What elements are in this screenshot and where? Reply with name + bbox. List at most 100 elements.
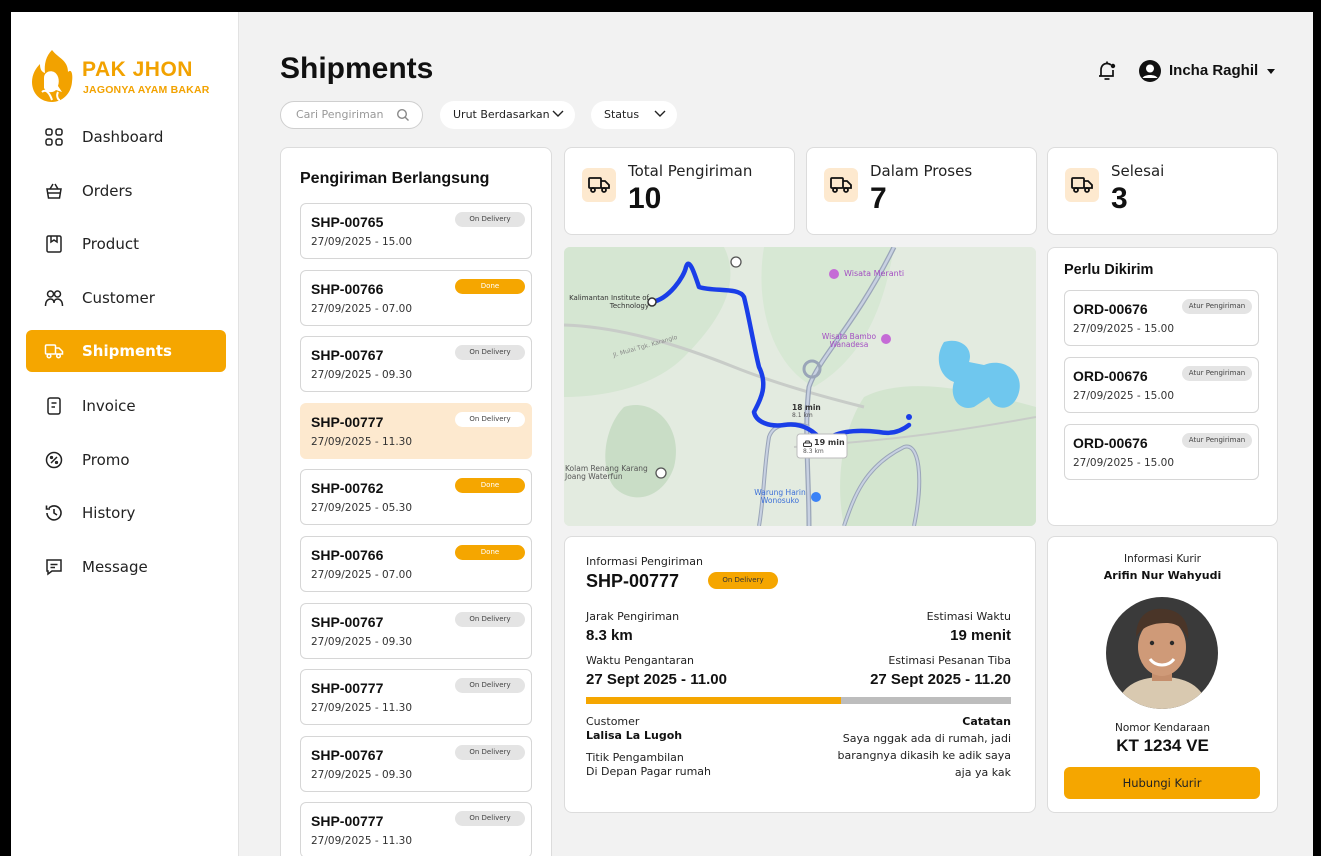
status-badge: On Delivery (455, 678, 525, 694)
sidebar-item-shipments[interactable]: Shipments (26, 330, 226, 372)
arrival-label: Estimasi Pesanan Tiba (888, 654, 1011, 667)
sidebar-item-label: Promo (82, 451, 130, 469)
status-badge: On Delivery (455, 744, 525, 760)
shipment-list-item[interactable]: SHP-00765 27/09/2025 - 15.00 On Delivery (300, 203, 532, 259)
shipment-list-item[interactable]: SHP-00766 27/09/2025 - 07.00 Done (300, 536, 532, 592)
sidebar-item-invoice[interactable]: Invoice (26, 385, 226, 427)
note-line: aja ya kak (954, 766, 1011, 779)
eta-label: Estimasi Waktu (926, 610, 1011, 623)
sort-label: Urut Berdasarkan (453, 108, 550, 121)
history-icon (45, 505, 62, 521)
dashboard-grid-icon (45, 128, 63, 146)
car-icon (803, 440, 812, 447)
order-item[interactable]: ORD-00676 27/09/2025 - 15.00 Atur Pengir… (1064, 290, 1259, 346)
sidebar-item-dashboard[interactable]: Dashboard (26, 116, 226, 158)
notification-bell-icon[interactable] (1098, 60, 1116, 82)
sidebar-item-label: Message (82, 558, 148, 576)
shipment-date: 27/09/2025 - 11.30 (311, 702, 413, 715)
map-duration-alt: 18 min (792, 403, 821, 412)
sidebar-item-label: Dashboard (82, 128, 164, 146)
user-avatar-icon[interactable] (1138, 59, 1162, 83)
arrange-shipment-button[interactable]: Atur Pengiriman (1182, 366, 1252, 381)
shipment-date: 27/09/2025 - 15.00 (311, 236, 413, 248)
shipment-list-item[interactable]: SHP-00777 27/09/2025 - 11.30 On Delivery (300, 669, 532, 726)
shipment-id: SHP-00777 (311, 680, 384, 697)
brand-logo[interactable]: PAK JHON JAGONYA AYAM BAKAR (28, 48, 238, 104)
order-item[interactable]: ORD-00676 27/09/2025 - 15.00 Atur Pengir… (1064, 424, 1259, 480)
sidebar-item-orders[interactable]: Orders (26, 170, 226, 212)
stat-icon-box (582, 168, 616, 202)
plate-label: Nomor Kendaraan (1114, 722, 1210, 734)
search-icon (396, 108, 409, 121)
shipment-id: SHP-00777 (311, 413, 384, 430)
shipment-list-item[interactable]: SHP-00777 27/09/2025 - 11.30 On Delivery (300, 802, 532, 856)
truck-icon (44, 344, 64, 359)
stat-value: 10 (628, 182, 662, 215)
stat-card-in-progress: Dalam Proses 7 (806, 147, 1037, 235)
invoice-icon (47, 397, 61, 415)
courier-heading: Informasi Kurir (1124, 553, 1201, 565)
courier-avatar (1106, 597, 1218, 709)
ongoing-shipments-panel: Pengiriman Berlangsung SHP-00765 27/09/20… (280, 147, 552, 856)
shipment-id: SHP-00762 (311, 480, 384, 497)
status-badge: Done (455, 278, 525, 294)
arrange-shipment-button[interactable]: Atur Pengiriman (1182, 433, 1252, 448)
search-input[interactable]: Cari Pengiriman (280, 101, 423, 129)
brand-name: PAK JHON (82, 58, 193, 81)
courier-panel: Informasi Kurir Arifin Nur Wahyudi Nomor… (1047, 536, 1278, 813)
shipment-id: SHP-00767 (311, 613, 384, 630)
arrange-shipment-button[interactable]: Atur Pengiriman (1182, 299, 1252, 314)
shipment-list-item[interactable]: SHP-00766 27/09/2025 - 07.00 Done (300, 269, 532, 326)
sort-dropdown[interactable]: Urut Berdasarkan (440, 101, 575, 129)
shipment-date: 27/09/2025 - 11.30 (311, 435, 413, 448)
route-map[interactable]: Kalimantan Institute of Technology Wisat… (564, 247, 1036, 526)
order-id: ORD-00676 (1073, 301, 1148, 317)
status-badge: On Delivery (455, 811, 525, 827)
product-box-icon (46, 235, 62, 253)
sidebar-item-message[interactable]: Message (26, 546, 226, 588)
app-frame: PAK JHON JAGONYA AYAM BAKAR Dashboard Or… (11, 12, 1313, 856)
order-id: ORD-00676 (1073, 368, 1148, 384)
customer-name: Lalisa La Lugoh (586, 729, 683, 742)
caret-down-icon[interactable] (1267, 69, 1275, 74)
promo-icon (45, 451, 63, 469)
map-label-wisata: Wisata Meranti (844, 269, 905, 278)
sidebar-item-customer[interactable]: Customer (26, 277, 226, 319)
stat-icon-box (1065, 168, 1099, 202)
chevron-down-icon (552, 110, 564, 117)
status-badge: On Delivery (455, 411, 525, 427)
shipment-id: SHP-00766 (311, 280, 384, 297)
status-badge: On Delivery (455, 611, 525, 627)
order-item[interactable]: ORD-00676 27/09/2025 - 15.00 Atur Pengir… (1064, 357, 1259, 413)
shipment-date: 27/09/2025 - 07.00 (311, 569, 413, 581)
shipment-date: 27/09/2025 - 09.30 (311, 635, 413, 648)
sidebar-item-history[interactable]: History (26, 492, 226, 534)
map-label-kit: Kalimantan Institute of Technology (569, 294, 649, 310)
shipment-id: SHP-00766 (311, 547, 384, 563)
truck-icon (1071, 177, 1093, 193)
status-badge: On Delivery (455, 345, 525, 361)
shipment-id: SHP-00765 (311, 214, 384, 230)
user-name[interactable]: Incha Raghil (1169, 62, 1258, 79)
pickup-label: Titik Pengambilan (586, 751, 684, 764)
shipment-list-item[interactable]: SHP-00767 27/09/2025 - 09.30 On Delivery (300, 735, 532, 792)
ongoing-title: Pengiriman Berlangsung (300, 170, 490, 187)
note-line: barangnya dikasih ke adik saya (837, 749, 1011, 762)
shipment-date: 27/09/2025 - 05.30 (311, 502, 413, 515)
sidebar-item-label: History (82, 504, 136, 522)
shipment-list-item[interactable]: SHP-00767 27/09/2025 - 09.30 On Delivery (300, 336, 532, 393)
map-label-kolam: Kolam Renang Karang Joang Waterfun (565, 464, 648, 481)
search-placeholder: Cari Pengiriman (296, 108, 384, 121)
note-label: Catatan (962, 715, 1011, 728)
shipment-list-item[interactable]: SHP-00767 27/09/2025 - 09.30 On Delivery (300, 602, 532, 659)
contact-courier-button[interactable]: Hubungi Kurir (1064, 767, 1260, 799)
status-dropdown[interactable]: Status (591, 101, 677, 129)
order-date: 27/09/2025 - 15.00 (1073, 323, 1175, 335)
order-date: 27/09/2025 - 15.00 (1073, 390, 1175, 402)
sidebar-item-promo[interactable]: Promo (26, 439, 226, 481)
map-distance: 8.3 km (803, 448, 824, 455)
customer-label: Customer (586, 715, 640, 728)
shipment-list-item[interactable]: SHP-00762 27/09/2025 - 05.30 Done (300, 469, 532, 526)
shipment-list-item[interactable]: SHP-00777 27/09/2025 - 11.30 On Delivery (300, 402, 532, 459)
sidebar-item-product[interactable]: Product (26, 223, 226, 265)
